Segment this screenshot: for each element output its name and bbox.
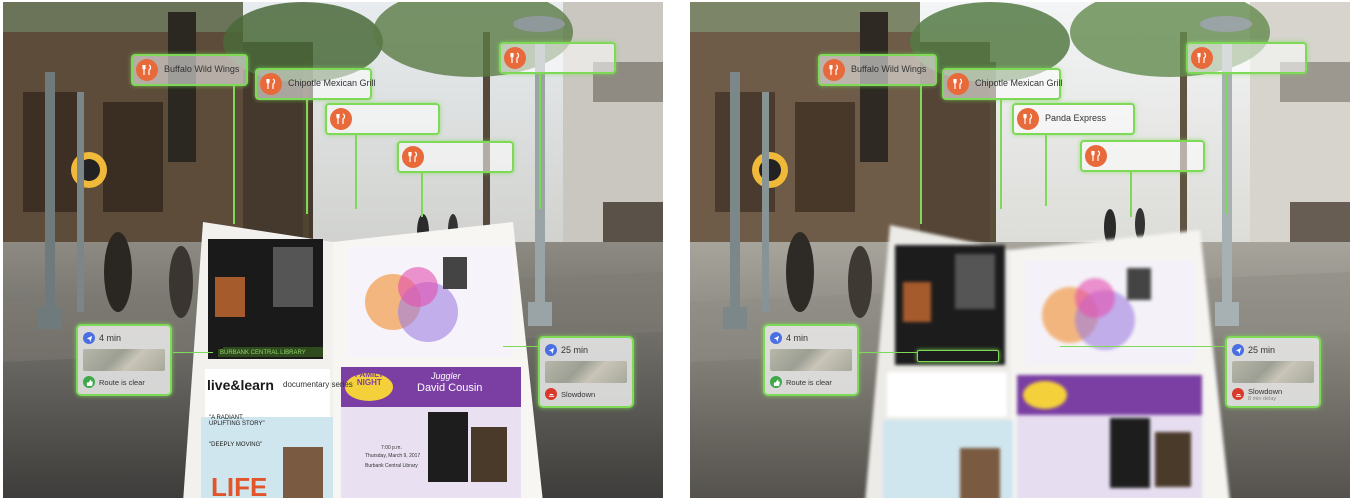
fork-knife-icon xyxy=(330,108,352,130)
poi-tag[interactable]: Buffalo Wild Wings xyxy=(131,54,248,86)
nav-status: Slowdown xyxy=(561,389,596,399)
fork-knife-icon xyxy=(136,59,158,81)
poi-leader-line xyxy=(355,134,357,209)
nav-time: 4 min xyxy=(786,333,809,343)
poi-tag[interactable] xyxy=(397,141,514,173)
poi-leader-line xyxy=(1045,134,1047,206)
poi-name: Chipotle Mexican Grill xyxy=(288,77,376,88)
navigation-arrow-icon xyxy=(83,332,95,344)
nav-route-card[interactable]: 4 min Route is clear xyxy=(76,324,172,396)
poi-leader-line xyxy=(306,99,308,214)
navigation-arrow-icon xyxy=(1232,344,1244,356)
nav-time: 4 min xyxy=(99,333,122,343)
fork-knife-icon xyxy=(260,73,282,95)
fork-knife-icon xyxy=(504,47,526,69)
nav-leader-line xyxy=(858,352,918,353)
route-map-thumbnail xyxy=(83,349,165,371)
navigation-arrow-icon xyxy=(545,344,557,356)
nav-leader-line xyxy=(1060,346,1225,347)
fork-knife-icon xyxy=(402,146,424,168)
poi-leader-line xyxy=(539,74,541,209)
fork-knife-icon xyxy=(1017,108,1039,130)
ar-photo-left: live&learn documentary series "A RADIANT… xyxy=(3,2,663,498)
poi-tag[interactable] xyxy=(1080,140,1205,172)
poi-tag[interactable]: Chipotle Mexican Grill xyxy=(255,68,376,100)
poi-name: Buffalo Wild Wings xyxy=(164,63,240,74)
event-flyer-left xyxy=(183,222,543,498)
poi-tag[interactable] xyxy=(499,42,616,74)
fork-knife-icon xyxy=(947,73,969,95)
poi-tag[interactable] xyxy=(1186,42,1307,74)
nav-route-card[interactable]: 25 min Slowdown 8 min delay xyxy=(1225,336,1321,408)
poi-leader-line xyxy=(233,84,235,224)
poi-name: Buffalo Wild Wings xyxy=(851,63,927,74)
nav-time: 25 min xyxy=(561,345,589,355)
fork-knife-icon xyxy=(1191,47,1213,69)
poi-tag[interactable]: Panda Express xyxy=(1012,103,1135,135)
route-map-thumbnail xyxy=(1232,361,1314,383)
poi-leader-line xyxy=(1130,172,1132,217)
slowdown-icon xyxy=(545,388,557,400)
poi-tag[interactable]: Chipotle Mexican Grill xyxy=(942,68,1063,100)
poi-name: Chipotle Mexican Grill xyxy=(975,77,1063,88)
route-map-thumbnail xyxy=(770,349,852,371)
route-map-thumbnail xyxy=(545,361,627,383)
nav-leader-line xyxy=(503,346,538,347)
nav-route-card[interactable]: 4 min Route is clear xyxy=(763,324,859,396)
poi-tag[interactable]: Buffalo Wild Wings xyxy=(818,54,937,86)
nav-status: Slowdown xyxy=(1248,386,1283,396)
poi-leader-line xyxy=(920,84,922,224)
thumbs-up-icon xyxy=(83,376,95,388)
nav-leader-line xyxy=(173,352,213,353)
poi-leader-line xyxy=(1226,74,1228,214)
flyer-strip-label: BURBANK CENTRAL LIBRARY xyxy=(218,349,308,357)
navigation-arrow-icon xyxy=(770,332,782,344)
poi-leader-line xyxy=(1000,99,1002,209)
fork-knife-icon xyxy=(1085,145,1107,167)
ar-photo-right: Buffalo Wild Wings Chipotle Mexican Gril… xyxy=(690,2,1350,498)
fork-knife-icon xyxy=(823,59,845,81)
nav-time: 25 min xyxy=(1248,345,1276,355)
nav-status: Route is clear xyxy=(99,377,145,387)
flyer-highlight-box xyxy=(917,350,999,362)
poi-leader-line xyxy=(421,172,423,217)
nav-route-card[interactable]: 25 min Slowdown xyxy=(538,336,634,408)
thumbs-up-icon xyxy=(770,376,782,388)
nav-status: Route is clear xyxy=(786,377,832,387)
poi-name: Panda Express xyxy=(1045,112,1107,123)
nav-sub: 8 min delay xyxy=(1248,395,1277,402)
slowdown-icon xyxy=(1232,388,1244,400)
poi-tag[interactable] xyxy=(325,103,440,135)
